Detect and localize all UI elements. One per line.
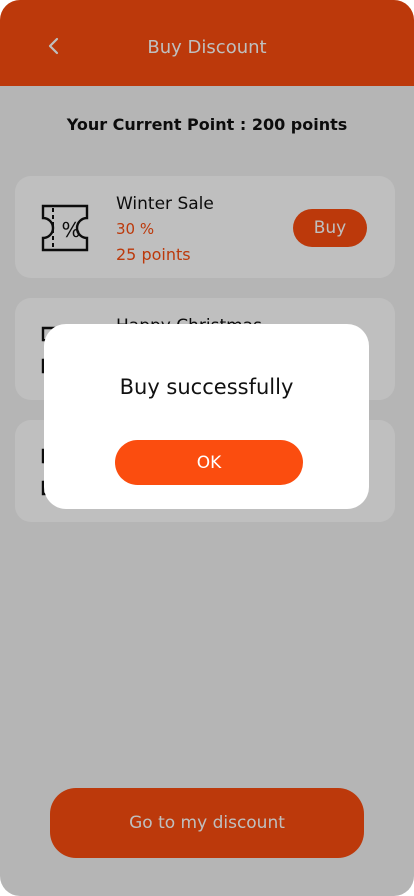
dialog-message: Buy successfully [119, 375, 294, 399]
success-dialog: Buy successfully OK [44, 324, 369, 509]
buy-discount-screen: Buy Discount Your Current Point : 200 po… [0, 0, 414, 896]
ok-button[interactable]: OK [115, 440, 303, 485]
